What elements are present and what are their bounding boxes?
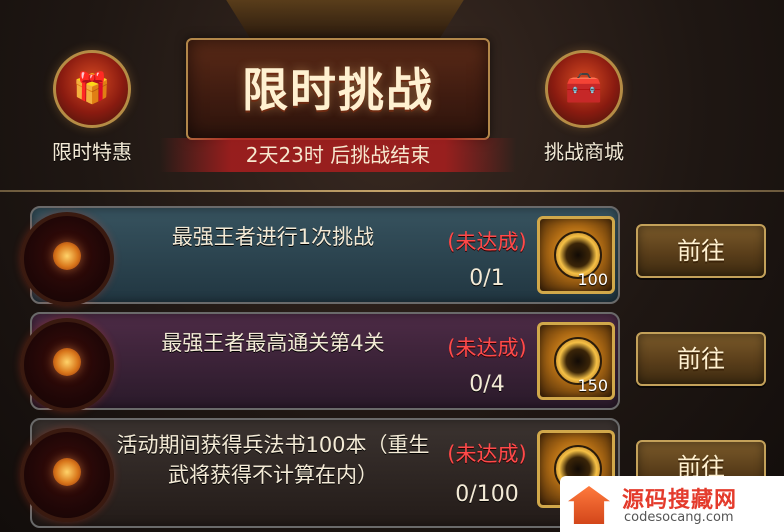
title-crown-ornament: [220, 0, 470, 38]
go-button[interactable]: 前往: [636, 332, 766, 386]
task-row: 最强王者进行1次挑战 (未达成) 0/1 100: [20, 206, 620, 306]
page-title: 限时挑战: [242, 63, 434, 117]
site-watermark: 源码搜藏网 codesocang.com: [560, 476, 784, 532]
limited-offer-button[interactable]: 🎁 限时特惠: [42, 50, 142, 170]
reward-quantity: 100: [577, 270, 608, 289]
reward-item[interactable]: 100: [537, 216, 615, 294]
task-row: 最强王者最高通关第4关 (未达成) 0/4 150: [20, 312, 620, 412]
task-emblem-icon: [20, 428, 114, 522]
watermark-domain: codesocang.com: [624, 510, 734, 525]
reward-item[interactable]: 150: [537, 322, 615, 400]
task-status: (未达成): [447, 336, 527, 360]
task-description: 活动期间获得兵法书100本（重生武将获得不计算在内）: [116, 433, 430, 487]
go-button[interactable]: 前往: [636, 224, 766, 278]
house-logo-icon: [568, 486, 610, 524]
task-description: 最强王者进行1次挑战: [171, 225, 375, 249]
header-divider: [0, 190, 784, 192]
gift-box-icon: 🎁: [53, 50, 131, 128]
title-plate: 限时挑战: [186, 38, 490, 140]
reward-quantity: 150: [577, 376, 608, 395]
gift-glyph: 🎁: [73, 71, 111, 106]
task-status: (未达成): [447, 230, 527, 254]
task-description: 最强王者最高通关第4关: [161, 331, 385, 355]
challenge-shop-button[interactable]: 🧰 挑战商城: [534, 50, 634, 170]
challenge-shop-label: 挑战商城: [544, 140, 624, 164]
task-emblem-icon: [20, 318, 114, 412]
limited-offer-label: 限时特惠: [52, 140, 132, 164]
task-progress: 0/100: [455, 482, 519, 507]
task-progress: 0/1: [469, 266, 505, 291]
chest-glyph: 🧰: [565, 71, 603, 106]
task-progress: 0/4: [469, 372, 505, 397]
task-status: (未达成): [447, 442, 527, 466]
task-row: 活动期间获得兵法书100本（重生武将获得不计算在内） (未达成) 0/100 4…: [20, 418, 620, 528]
treasure-chest-icon: 🧰: [545, 50, 623, 128]
challenge-timer: 2天23时 后挑战结束: [160, 138, 516, 172]
task-emblem-icon: [20, 212, 114, 306]
